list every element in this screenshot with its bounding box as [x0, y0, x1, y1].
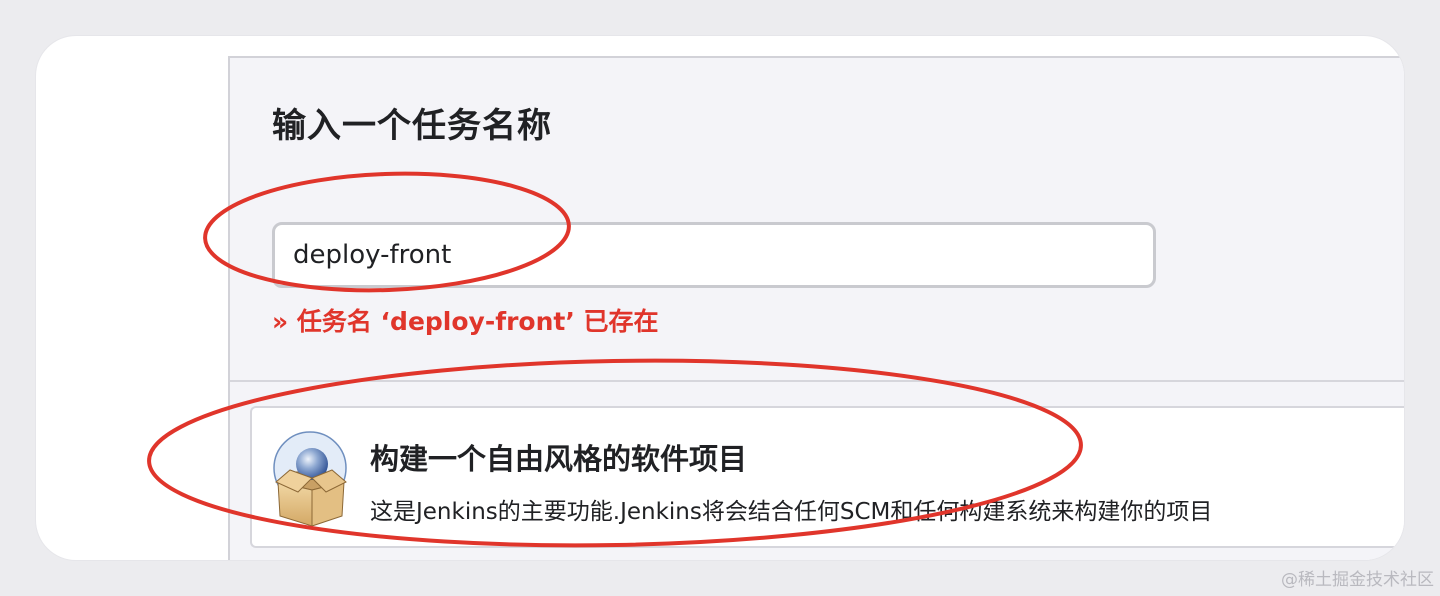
item-name-input[interactable]: [272, 222, 1156, 288]
freestyle-project-option[interactable]: 构建一个自由风格的软件项目 这是Jenkins的主要功能.Jenkins将会结合…: [250, 406, 1404, 548]
project-type-description: 这是Jenkins的主要功能.Jenkins将会结合任何SCM和任何构建系统来构…: [370, 499, 1213, 525]
package-box-icon: [273, 431, 347, 527]
project-type-title: 构建一个自由风格的软件项目: [370, 442, 748, 476]
screenshot-frame: 输入一个任务名称 » 任务名 ‘deploy-front’ 已存在: [36, 36, 1404, 560]
watermark: @稀土掘金技术社区: [1281, 570, 1434, 590]
name-exists-error: » 任务名 ‘deploy-front’ 已存在: [272, 307, 659, 336]
new-item-panel: 输入一个任务名称 » 任务名 ‘deploy-front’ 已存在: [228, 56, 1404, 560]
section-divider: [230, 380, 1404, 382]
page-title: 输入一个任务名称: [272, 106, 552, 146]
